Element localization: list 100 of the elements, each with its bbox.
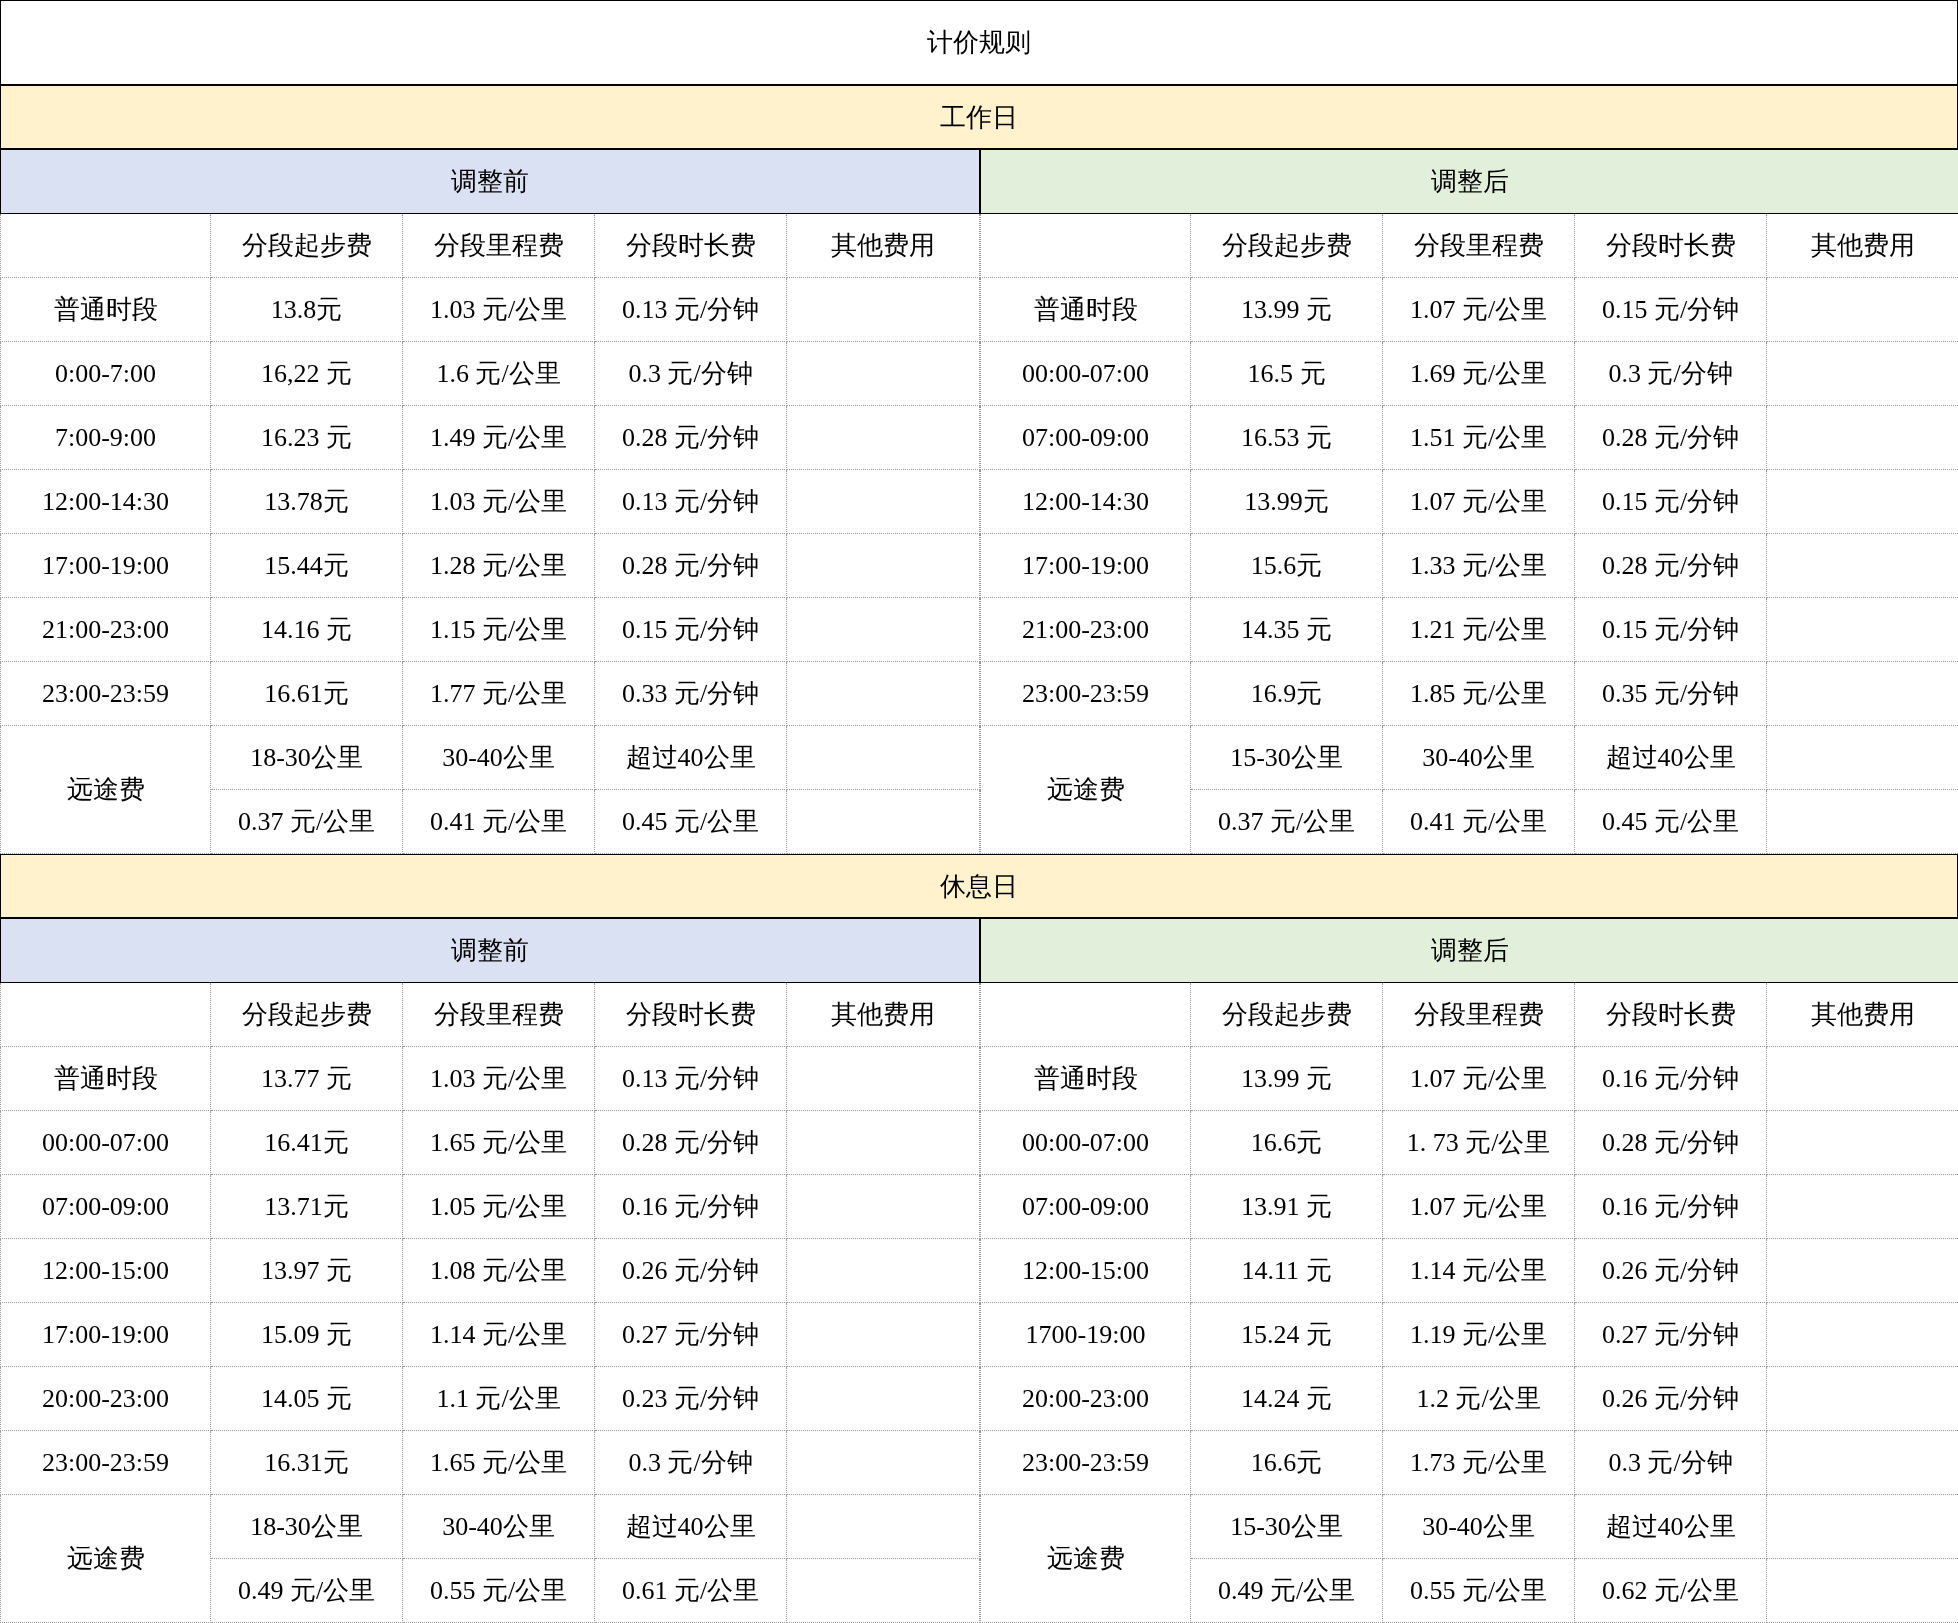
table-cell: 0.3 元/分钟 — [594, 1430, 787, 1495]
table-cell: 30-40公里 — [1382, 1494, 1575, 1559]
table-cell: 1.15 元/公里 — [402, 597, 595, 662]
table-cell: 30-40公里 — [1382, 725, 1575, 790]
table-cell: 0.3 元/分钟 — [1574, 341, 1767, 406]
table-cell: 20:00-23:00 — [980, 1366, 1191, 1431]
table-cell: 0.23 元/分钟 — [594, 1366, 787, 1431]
table-cell: 15.24 元 — [1190, 1302, 1383, 1367]
table-cell: 17:00-19:00 — [0, 533, 211, 598]
group-header: 调整前 — [0, 149, 980, 214]
table-cell: 0.13 元/分钟 — [594, 1046, 787, 1111]
column-header: 分段起步费 — [1190, 213, 1383, 278]
table-cell: 0.49 元/公里 — [210, 1558, 403, 1623]
table-cell: 21:00-23:00 — [980, 597, 1191, 662]
table-cell: 1.14 元/公里 — [402, 1302, 595, 1367]
table-cell: 远途费 — [0, 1494, 211, 1623]
table-cell: 0.45 元/公里 — [1574, 789, 1767, 854]
table-cell: 1.65 元/公里 — [402, 1430, 595, 1495]
table-cell: 0.33 元/分钟 — [594, 661, 787, 726]
table-cell: 超过40公里 — [594, 725, 787, 790]
table-cell: 0.62 元/公里 — [1574, 1558, 1767, 1623]
table-cell: 16.6元 — [1190, 1110, 1383, 1175]
column-header: 其他费用 — [786, 982, 980, 1047]
table-cell: 13.99 元 — [1190, 277, 1383, 342]
table-cell: 12:00-15:00 — [980, 1238, 1191, 1303]
table-cell: 1.07 元/公里 — [1382, 277, 1575, 342]
table-cell: 14.35 元 — [1190, 597, 1383, 662]
table-cell: 15.44元 — [210, 533, 403, 598]
column-header: 分段里程费 — [1382, 213, 1575, 278]
table-cell: 16.23 元 — [210, 405, 403, 470]
column-header: 分段里程费 — [402, 982, 595, 1047]
table-cell: 14.05 元 — [210, 1366, 403, 1431]
table-cell: 1.07 元/公里 — [1382, 1046, 1575, 1111]
table-cell: 21:00-23:00 — [0, 597, 211, 662]
table-cell: 0.28 元/分钟 — [594, 533, 787, 598]
table-cell: 23:00-23:59 — [980, 1430, 1191, 1495]
table-cell: 13.99元 — [1190, 469, 1383, 534]
table-cell: 1.49 元/公里 — [402, 405, 595, 470]
table-cell: 14.16 元 — [210, 597, 403, 662]
table-cell: 30-40公里 — [402, 1494, 595, 1559]
table-cell: 23:00-23:59 — [980, 661, 1191, 726]
table-cell: 0.37 元/公里 — [1190, 789, 1383, 854]
column-header: 分段时长费 — [594, 982, 787, 1047]
table-cell: 1.73 元/公里 — [1382, 1430, 1575, 1495]
table-cell: 0.55 元/公里 — [402, 1558, 595, 1623]
table-cell: 0.15 元/分钟 — [594, 597, 787, 662]
table-cell: 14.24 元 — [1190, 1366, 1383, 1431]
table-cell: 1.03 元/公里 — [402, 469, 595, 534]
column-header: 其他费用 — [786, 213, 980, 278]
table-cell: 12:00-14:30 — [980, 469, 1191, 534]
table-cell: 0.28 元/分钟 — [1574, 405, 1767, 470]
table-cell: 超过40公里 — [1574, 1494, 1767, 1559]
table-cell: 16,22 元 — [210, 341, 403, 406]
section-header: 休息日 — [0, 854, 1958, 918]
table-cell: 0.61 元/公里 — [594, 1558, 787, 1623]
table-cell: 12:00-14:30 — [0, 469, 211, 534]
column-header: 分段起步费 — [210, 982, 403, 1047]
table-cell: 16.9元 — [1190, 661, 1383, 726]
table-cell: 1.19 元/公里 — [1382, 1302, 1575, 1367]
table-cell: 00:00-07:00 — [980, 1110, 1191, 1175]
table-cell: 0.15 元/分钟 — [1574, 469, 1767, 534]
table-cell: 超过40公里 — [1574, 725, 1767, 790]
table-cell: 13.99 元 — [1190, 1046, 1383, 1111]
table-cell: 15-30公里 — [1190, 1494, 1383, 1559]
table-cell: 0.26 元/分钟 — [1574, 1366, 1767, 1431]
table-cell: 15-30公里 — [1190, 725, 1383, 790]
table-cell: 13.97 元 — [210, 1238, 403, 1303]
table-cell: 16.41元 — [210, 1110, 403, 1175]
table-cell: 远途费 — [0, 725, 211, 854]
column-header: 分段时长费 — [1574, 982, 1767, 1047]
table-cell: 20:00-23:00 — [0, 1366, 211, 1431]
group-header: 调整后 — [980, 149, 1958, 214]
table-cell: 0.55 元/公里 — [1382, 1558, 1575, 1623]
table-cell: 1700-19:00 — [980, 1302, 1191, 1367]
table-cell: 0.27 元/分钟 — [594, 1302, 787, 1367]
table-cell: 0.41 元/公里 — [1382, 789, 1575, 854]
table-cell: 07:00-09:00 — [980, 405, 1191, 470]
column-header: 分段时长费 — [1574, 213, 1767, 278]
table-cell: 18-30公里 — [210, 725, 403, 790]
table-cell: 07:00-09:00 — [0, 1174, 211, 1239]
table-cell: 13.71元 — [210, 1174, 403, 1239]
table-cell: 0.3 元/分钟 — [1574, 1430, 1767, 1495]
table-cell: 13.78元 — [210, 469, 403, 534]
table-cell: 0.27 元/分钟 — [1574, 1302, 1767, 1367]
column-header: 分段里程费 — [402, 213, 595, 278]
table-cell: 15.6元 — [1190, 533, 1383, 598]
table-cell: 0.16 元/分钟 — [1574, 1046, 1767, 1111]
table-cell: 超过40公里 — [594, 1494, 787, 1559]
table-cell: 0.28 元/分钟 — [594, 405, 787, 470]
table-cell: 1.6 元/公里 — [402, 341, 595, 406]
table-cell: 0:00-7:00 — [0, 341, 211, 406]
table-cell: 00:00-07:00 — [0, 1110, 211, 1175]
group-header: 调整前 — [0, 918, 980, 983]
column-header: 分段起步费 — [1190, 982, 1383, 1047]
table-cell: 0.15 元/分钟 — [1574, 277, 1767, 342]
table-cell: 14.11 元 — [1190, 1238, 1383, 1303]
table-cell: 1.85 元/公里 — [1382, 661, 1575, 726]
table-cell: 13.77 元 — [210, 1046, 403, 1111]
table-cell: 16.5 元 — [1190, 341, 1383, 406]
table-cell: 1.33 元/公里 — [1382, 533, 1575, 598]
